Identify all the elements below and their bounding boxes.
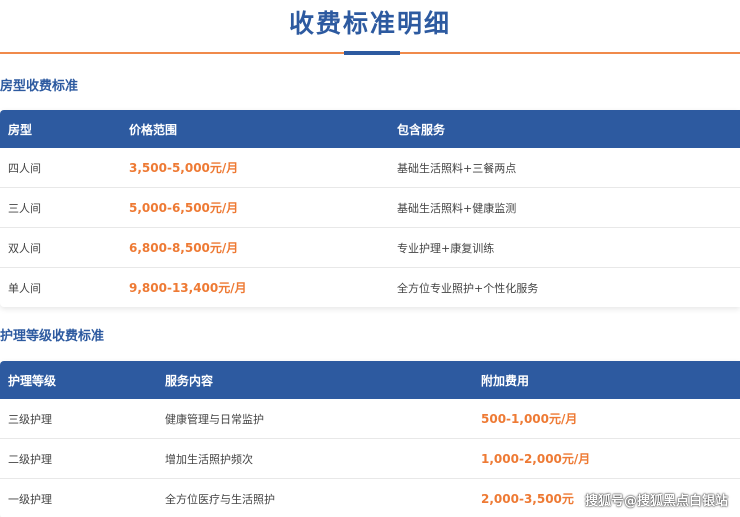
care-content: 健康管理与日常监护: [165, 412, 264, 426]
header-care-level: 护理等级: [8, 373, 57, 388]
header-included-services: 包含服务: [397, 122, 446, 137]
watermark: 搜狐号@搜狐黑点白银站: [584, 494, 728, 509]
table-row: 单人间 9,800-13,400元/月 全方位专业照护+个性化服务: [0, 268, 740, 307]
table-row: 二级护理 增加生活照护频次 1,000-2,000元/月: [0, 439, 740, 479]
care-fee: 1,000-2,000元/月: [481, 452, 591, 466]
table-row: 四人间 3,500-5,000元/月 基础生活照料+三餐两点: [0, 148, 740, 188]
table-row: 三人间 5,000-6,500元/月 基础生活照料+健康监测: [0, 188, 740, 228]
care-section-title: 护理等级收费标准: [0, 329, 105, 344]
table-row: 双人间 6,800-8,500元/月 专业护理+康复训练: [0, 228, 740, 268]
room-service: 基础生活照料+健康监测: [397, 201, 517, 215]
title-divider-accent: [344, 51, 400, 55]
header-additional-fee: 附加费用: [481, 373, 530, 388]
header-price-range: 价格范围: [129, 122, 178, 137]
table-row: 三级护理 健康管理与日常监护 500-1,000元/月: [0, 399, 740, 439]
care-content: 增加生活照护频次: [165, 452, 253, 466]
room-price: 9,800-13,400元/月: [129, 281, 247, 295]
room-price: 3,500-5,000元/月: [129, 161, 239, 175]
room-price: 5,000-6,500元/月: [129, 201, 239, 215]
room-price-table: 房型 价格范围 包含服务 四人间 3,500-5,000元/月 基础生活照料+三…: [0, 110, 740, 307]
header-service-content: 服务内容: [165, 373, 214, 388]
room-type: 四人间: [8, 161, 41, 175]
care-fee: 500-1,000元/月: [481, 412, 578, 426]
care-content: 全方位医疗与生活照护: [165, 492, 275, 506]
room-section-title: 房型收费标准: [0, 79, 79, 94]
page-title: 收费标准明细: [288, 9, 451, 38]
page: 收费标准明细 房型收费标准 房型 价格范围 包含服务 四人间 3,500-5,0…: [0, 0, 740, 517]
room-type: 双人间: [8, 241, 41, 255]
care-level: 二级护理: [8, 452, 52, 466]
care-level: 一级护理: [8, 492, 52, 506]
room-service: 专业护理+康复训练: [397, 241, 495, 255]
care-table-header: 护理等级 服务内容 附加费用: [0, 361, 740, 399]
room-service: 全方位专业照护+个性化服务: [397, 281, 539, 295]
room-table-header: 房型 价格范围 包含服务: [0, 110, 740, 148]
care-level: 三级护理: [8, 412, 52, 426]
room-type: 三人间: [8, 201, 41, 215]
room-price: 6,800-8,500元/月: [129, 241, 239, 255]
room-type: 单人间: [8, 281, 41, 295]
room-service: 基础生活照料+三餐两点: [397, 161, 517, 175]
header-room-type: 房型: [8, 122, 33, 137]
